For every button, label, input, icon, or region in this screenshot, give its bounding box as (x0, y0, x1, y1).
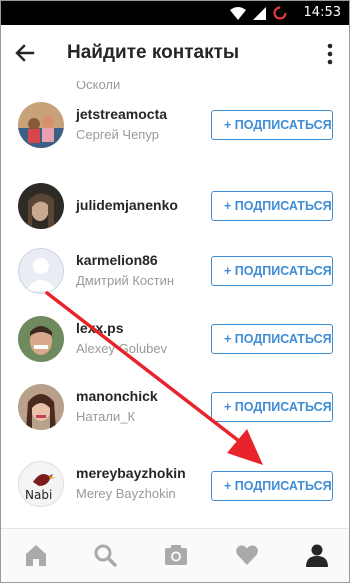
camera-icon[interactable] (164, 543, 188, 567)
follow-button[interactable]: + ПОДПИСАТЬСЯ (211, 392, 333, 422)
phone-screen: 14:53 Найдите контакты Осколи jetstreamo… (0, 0, 350, 583)
username[interactable]: mereybayzhokin (76, 465, 186, 481)
username[interactable]: jetstreamocta (76, 106, 167, 122)
username[interactable]: karmelion86 (76, 252, 158, 268)
username[interactable]: lexx.ps (76, 320, 123, 336)
avatar[interactable] (18, 183, 64, 229)
follow-button[interactable]: + ПОДПИСАТЬСЯ (211, 191, 333, 221)
avatar-placeholder[interactable] (18, 248, 64, 294)
heart-icon[interactable] (235, 543, 259, 567)
signal-icon (253, 6, 266, 20)
list-item[interactable]: julidemjanenko + ПОДПИСАТЬСЯ (1, 172, 349, 240)
username[interactable]: manonchick (76, 388, 158, 404)
follow-button[interactable]: + ПОДПИСАТЬСЯ (211, 324, 333, 354)
fullname: Натали_К (76, 409, 136, 424)
list-item[interactable]: manonchick Натали_К + ПОДПИСАТЬСЯ (1, 373, 349, 441)
sync-icon (273, 6, 287, 20)
back-arrow-icon[interactable] (13, 41, 37, 65)
wifi-icon (230, 6, 246, 20)
username[interactable]: julidemjanenko (76, 197, 178, 213)
bottom-navigation (1, 528, 349, 582)
list-item[interactable]: karmelion86 Дмитрий Костин + ПОДПИСАТЬСЯ (1, 237, 349, 305)
home-icon[interactable] (24, 543, 48, 567)
fullname: Дмитрий Костин (76, 273, 175, 288)
fullname: Merey Bayzhokin (76, 486, 176, 501)
list-item[interactable]: jetstreamocta Сергей Чепур + ПОДПИСАТЬСЯ (1, 91, 349, 159)
fullname: Сергей Чепур (76, 127, 159, 142)
avatar[interactable] (18, 102, 64, 148)
avatar[interactable]: Nabi (18, 461, 64, 507)
follow-button[interactable]: + ПОДПИСАТЬСЯ (211, 256, 333, 286)
list-item[interactable]: Nabi mereybayzhokin Merey Bayzhokin + ПО… (1, 450, 349, 518)
app-bar: Найдите контакты (1, 25, 349, 81)
page-title: Найдите контакты (67, 42, 240, 63)
profile-icon[interactable] (305, 543, 329, 567)
status-icons (230, 6, 287, 20)
contacts-list: Осколи jetstreamocta Сергей Чепур + ПОДП… (1, 81, 349, 529)
search-icon[interactable] (93, 543, 117, 567)
status-time: 14:53 (303, 5, 341, 20)
follow-button[interactable]: + ПОДПИСАТЬСЯ (211, 471, 333, 501)
fullname: Alexey Golubev (76, 341, 168, 356)
avatar[interactable] (18, 316, 64, 362)
status-bar: 14:53 (1, 1, 349, 25)
list-item-partial: Осколи (1, 81, 349, 92)
list-item[interactable]: lexx.ps Alexey Golubev + ПОДПИСАТЬСЯ (1, 305, 349, 373)
avatar-text: Nabi (25, 488, 53, 502)
avatar[interactable] (18, 384, 64, 430)
follow-button[interactable]: + ПОДПИСАТЬСЯ (211, 110, 333, 140)
more-options-icon[interactable] (327, 43, 333, 65)
